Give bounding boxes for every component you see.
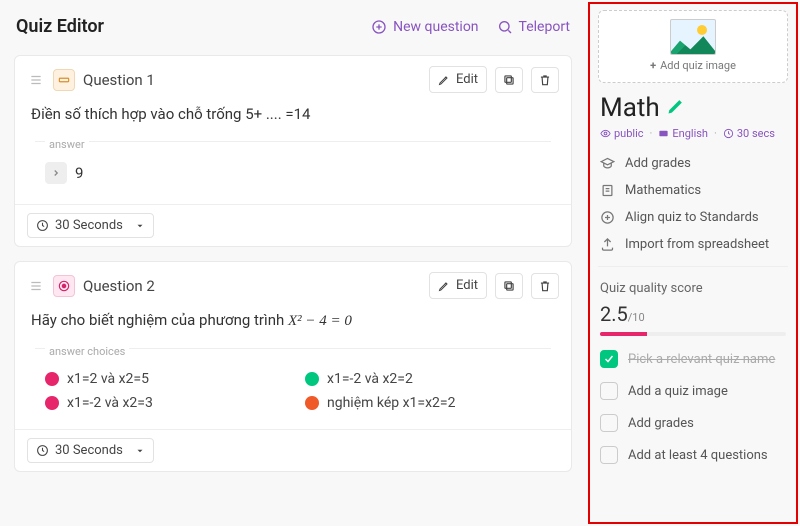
question-type-open-icon	[53, 69, 75, 91]
edit-button[interactable]: Edit	[429, 66, 487, 93]
quality-check-questions[interactable]: Add at least 4 questions	[600, 446, 786, 464]
quality-check-image[interactable]: Add a quiz image	[600, 382, 786, 400]
question-body: Hãy cho biết nghiệm của phương trình X² …	[15, 309, 571, 429]
checkbox-empty-icon	[600, 414, 618, 432]
search-icon	[497, 19, 513, 35]
caret-down-icon	[135, 446, 145, 456]
pencil-icon	[438, 280, 450, 292]
document-icon	[600, 183, 615, 198]
choices-legend: answer choices	[45, 345, 129, 358]
checkbox-checked-icon	[600, 350, 618, 368]
question-type-mc-icon	[53, 275, 75, 297]
chevron-right-icon	[45, 162, 67, 184]
duplicate-button[interactable]	[495, 67, 523, 93]
eye-icon	[600, 128, 611, 139]
align-standards-link[interactable]: Align quiz to Standards	[600, 210, 786, 225]
quality-score: 2.5/10	[600, 302, 786, 326]
pencil-icon	[666, 96, 686, 116]
editor-header: Quiz Editor New question Teleport	[16, 16, 570, 37]
choice-option[interactable]: nghiệm kép x1=x2=2	[305, 395, 541, 411]
plus-circle-icon	[600, 210, 615, 225]
copy-icon	[502, 73, 516, 87]
sidebar: +Add quiz image Math public · English · …	[586, 0, 800, 526]
question-card: Question 2 Edit Hãy cho biết nghiệm của …	[14, 261, 572, 472]
upload-icon	[600, 237, 615, 252]
page-title: Quiz Editor	[16, 16, 353, 37]
answer-row: 9	[45, 162, 555, 184]
question-title: Question 2	[83, 277, 155, 295]
grip-icon	[29, 279, 43, 293]
edit-name-button[interactable]	[666, 96, 686, 120]
delete-button[interactable]	[531, 67, 559, 93]
image-placeholder-icon	[670, 19, 716, 55]
question-header: Question 1 Edit	[15, 56, 571, 103]
trash-icon	[538, 279, 552, 293]
duration-chip[interactable]: 30 secs	[723, 127, 775, 140]
add-quiz-image-drop[interactable]: +Add quiz image	[598, 10, 788, 83]
quiz-name: Math	[600, 93, 660, 123]
trash-icon	[538, 73, 552, 87]
question-header: Question 2 Edit	[15, 262, 571, 309]
caret-down-icon	[135, 221, 145, 231]
quality-progress-bar	[600, 332, 786, 336]
choice-option[interactable]: x1=2 và x2=5	[45, 371, 281, 387]
choice-grid: x1=2 và x2=5 x1=-2 và x2=2 x1=-2 và x2=3…	[45, 371, 541, 411]
question-text: Điền số thích hợp vào chỗ trống 5+ .... …	[31, 105, 555, 123]
time-dropdown[interactable]: 30 Seconds	[27, 438, 154, 463]
check-icon	[603, 353, 615, 365]
drag-handle[interactable]	[27, 277, 45, 295]
graduation-cap-icon	[600, 156, 615, 171]
add-grades-link[interactable]: Add grades	[600, 156, 786, 171]
new-question-button[interactable]: New question	[371, 19, 478, 35]
answer-legend: answer	[45, 138, 89, 151]
editor-main: Quiz Editor New question Teleport Questi…	[0, 0, 586, 526]
clock-icon	[36, 444, 49, 457]
question-text: Hãy cho biết nghiệm của phương trình X² …	[31, 311, 555, 330]
drag-handle[interactable]	[27, 71, 45, 89]
quiz-meta: public · English · 30 secs	[600, 127, 786, 140]
pencil-icon	[438, 74, 450, 86]
clock-icon	[36, 219, 49, 232]
plus-circle-icon	[371, 19, 387, 35]
visibility-chip[interactable]: public	[600, 127, 644, 140]
import-spreadsheet-link[interactable]: Import from spreadsheet	[600, 237, 786, 252]
question-title: Question 1	[83, 71, 155, 89]
grip-icon	[29, 73, 43, 87]
question-card: Question 1 Edit Điền số thích hợp vào ch…	[14, 55, 572, 247]
answer-value: 9	[75, 164, 83, 182]
time-dropdown[interactable]: 30 Seconds	[27, 213, 154, 238]
language-chip[interactable]: English	[658, 127, 708, 140]
duplicate-button[interactable]	[495, 273, 523, 299]
quality-section: Quiz quality score 2.5/10 Pick a relevan…	[598, 267, 788, 478]
checkbox-empty-icon	[600, 382, 618, 400]
choice-option[interactable]: x1=-2 và x2=3	[45, 395, 281, 411]
teleport-button[interactable]: Teleport	[497, 19, 570, 35]
edit-button[interactable]: Edit	[429, 272, 487, 299]
choice-option[interactable]: x1=-2 và x2=2	[305, 371, 541, 387]
clock-icon	[723, 128, 734, 139]
delete-button[interactable]	[531, 273, 559, 299]
quality-check-grades[interactable]: Add grades	[600, 414, 786, 432]
question-body: Điền số thích hợp vào chỗ trống 5+ .... …	[15, 103, 571, 204]
quality-title: Quiz quality score	[600, 281, 786, 296]
subject-link[interactable]: Mathematics	[600, 183, 786, 198]
copy-icon	[502, 279, 516, 293]
equation: X² − 4 = 0	[288, 313, 352, 329]
language-icon	[658, 128, 669, 139]
quality-check-name[interactable]: Pick a relevant quiz name	[600, 350, 786, 368]
checkbox-empty-icon	[600, 446, 618, 464]
